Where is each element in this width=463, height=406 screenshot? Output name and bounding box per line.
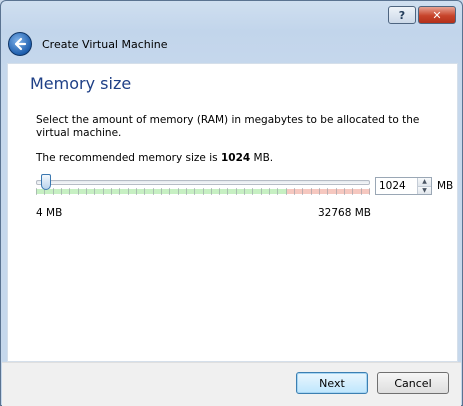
memory-slider[interactable]	[36, 174, 370, 196]
slider-max-label: 32768 MB	[318, 207, 372, 219]
slider-tick	[153, 188, 154, 195]
recommend-suffix: MB.	[250, 152, 274, 164]
slider-tick	[361, 188, 362, 195]
slider-tick	[236, 188, 237, 195]
slider-min-label: 4 MB	[36, 207, 63, 219]
slider-tick	[61, 188, 62, 195]
slider-tick	[53, 188, 54, 195]
slider-tick	[203, 188, 204, 195]
slider-tick	[86, 188, 87, 195]
slider-tick	[261, 188, 262, 195]
wizard-footer: Next Cancel	[2, 362, 461, 406]
slider-tick	[269, 188, 270, 195]
slider-tick	[186, 188, 187, 195]
memory-input[interactable]	[376, 178, 417, 194]
slider-tick	[119, 188, 120, 195]
slider-tick	[136, 188, 137, 195]
slider-tick	[178, 188, 179, 195]
spin-arrows: ▲ ▼	[417, 178, 431, 194]
slider-tick	[169, 188, 170, 195]
memory-unit: MB	[437, 180, 454, 192]
slider-tick	[219, 188, 220, 195]
close-button[interactable]: ✕	[418, 6, 456, 24]
slider-tick	[311, 188, 312, 195]
recommendation-text: The recommended memory size is 1024 MB.	[36, 152, 273, 164]
slider-tick	[336, 188, 337, 195]
slider-tick	[227, 188, 228, 195]
slider-tick	[94, 188, 95, 195]
recommend-prefix: The recommended memory size is	[36, 152, 221, 164]
help-button[interactable]: ?	[388, 6, 416, 24]
slider-tick	[161, 188, 162, 195]
spin-down-icon[interactable]: ▼	[418, 185, 431, 194]
slider-tick	[286, 188, 287, 195]
page-title: Memory size	[30, 74, 132, 93]
slider-tick	[78, 188, 79, 195]
slider-tick	[302, 188, 303, 195]
cancel-button[interactable]: Cancel	[377, 372, 449, 394]
slider-tick	[144, 188, 145, 195]
recommend-value: 1024	[220, 152, 251, 164]
slider-tick	[252, 188, 253, 195]
slider-tick	[194, 188, 195, 195]
next-button[interactable]: Next	[296, 372, 368, 394]
slider-tick	[211, 188, 212, 195]
slider-track	[36, 180, 370, 185]
slider-tick	[103, 188, 104, 195]
slider-ticks	[36, 188, 370, 195]
slider-tick	[69, 188, 70, 195]
spin-up-icon[interactable]: ▲	[418, 178, 431, 186]
slider-thumb[interactable]	[41, 174, 52, 190]
slider-tick	[128, 188, 129, 195]
create-vm-window: ? ✕ Create Virtual Machine Memory size S…	[0, 0, 463, 406]
back-arrow-icon[interactable]	[8, 32, 32, 56]
slider-tick	[244, 188, 245, 195]
slider-tick	[294, 188, 295, 195]
slider-tick	[36, 188, 37, 195]
titlebar-buttons: ? ✕	[388, 6, 456, 24]
wizard-content: Memory size Select the amount of memory …	[7, 63, 458, 362]
wizard-header: Create Virtual Machine	[2, 28, 461, 60]
wizard-title: Create Virtual Machine	[42, 37, 168, 51]
back-arrow-glyph	[14, 37, 27, 51]
slider-tick	[369, 188, 370, 195]
slider-tick	[352, 188, 353, 195]
slider-tick	[344, 188, 345, 195]
slider-tick	[111, 188, 112, 195]
description-text: Select the amount of memory (RAM) in meg…	[36, 114, 420, 139]
slider-tick	[277, 188, 278, 195]
slider-tick	[327, 188, 328, 195]
slider-tick	[319, 188, 320, 195]
memory-spinbox[interactable]: ▲ ▼	[375, 177, 432, 195]
